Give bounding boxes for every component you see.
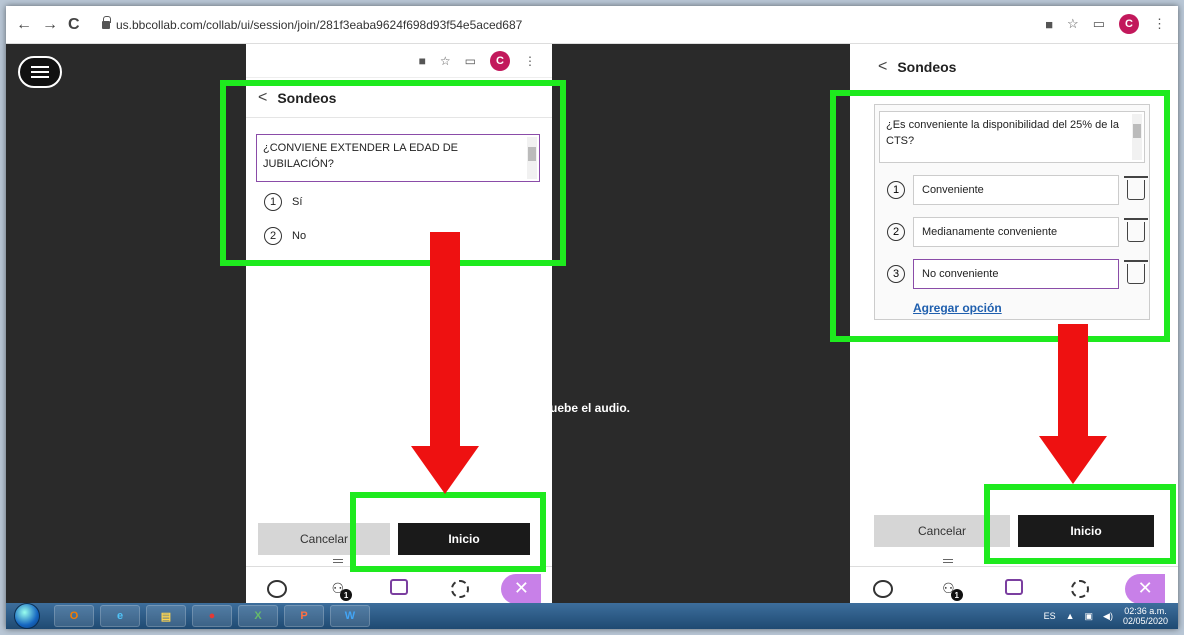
powerpoint-icon[interactable]: P [284,605,324,627]
excel-icon[interactable]: X [238,605,278,627]
reload-icon[interactable]: C [68,16,80,34]
start-orb-icon[interactable] [14,603,40,629]
windows-taskbar: O e ▤ ● X P W ES ▲ ▣ ◀) 02:36 a.m. 02/05… [6,603,1178,629]
arrow-down-icon [411,446,479,494]
people-icon: ⚇ 1 [942,580,963,601]
tray-expand-icon[interactable]: ▲ [1066,611,1075,621]
people-icon: ⚇ 1 [332,580,353,601]
phone-browser-icons: ■ ☆ ▭ C ⋮ [246,44,552,78]
audio-test-text: uebe el audio. [550,401,631,415]
arrow-down-icon [1039,436,1107,484]
menu-dots-icon[interactable]: ⋮ [524,54,536,68]
camera-icon[interactable]: ■ [419,54,426,68]
system-tray: ES ▲ ▣ ◀) 02:36 a.m. 02/05/2020 [1044,606,1178,627]
star-icon[interactable]: ☆ [440,54,451,68]
cast-icon[interactable]: ▭ [1093,16,1105,32]
panel-title: Sondeos [897,59,957,75]
highlight-box-start-right [984,484,1176,564]
clock[interactable]: 02:36 a.m. 02/05/2020 [1123,606,1168,627]
hamburger-line [31,66,49,68]
arrow-shaft-left [430,232,460,448]
back-chevron-icon[interactable]: < [878,58,887,76]
url-text: us.bbcollab.com/collab/ui/session/join/2… [116,18,523,32]
profile-avatar[interactable]: C [1119,14,1139,34]
drag-handle-icon[interactable] [332,559,343,563]
address-bar[interactable]: us.bbcollab.com/collab/ui/session/join/2… [102,14,802,36]
drag-handle-icon[interactable] [943,559,954,563]
highlight-box-question-left [220,80,566,266]
close-icon[interactable]: ✕ [501,573,542,604]
attendee-count-badge: 1 [340,589,353,601]
session-menu-button[interactable] [18,56,62,88]
word-icon[interactable]: W [330,605,370,627]
star-icon[interactable]: ☆ [1067,16,1079,32]
back-arrow-icon[interactable]: ← [16,16,32,34]
network-icon[interactable]: ▣ [1085,611,1094,622]
hamburger-line [31,71,49,73]
internet-explorer-icon[interactable]: e [100,605,140,627]
cast-icon[interactable]: ▭ [465,54,476,68]
hamburger-line [31,76,49,78]
panel-header: < Sondeos [850,44,1178,90]
volume-icon[interactable]: ◀) [1103,611,1113,622]
highlight-box-question-right [830,90,1170,342]
screenshot-frame: ← → C us.bbcollab.com/collab/ui/session/… [6,6,1178,629]
highlight-box-start-left [350,492,546,572]
menu-dots-icon[interactable]: ⋮ [1153,16,1166,32]
chat-bubble-icon [872,579,893,598]
clock-time: 02:36 a.m. [1124,605,1167,616]
clock-date: 02/05/2020 [1122,616,1168,626]
share-icon [1004,579,1023,595]
camera-icon[interactable]: ■ [1045,17,1053,32]
arrow-shaft-right [1058,324,1088,438]
gear-icon [1070,579,1089,598]
gear-icon [451,579,470,598]
chat-bubble-icon [266,579,287,598]
browser-actions: ■ ☆ ▭ C ⋮ [1045,14,1166,34]
outlook-icon[interactable]: O [54,605,94,627]
browser-toolbar: ← → C us.bbcollab.com/collab/ui/session/… [6,6,1178,44]
close-icon[interactable]: ✕ [1125,573,1166,604]
forward-arrow-icon[interactable]: → [42,16,58,34]
language-indicator[interactable]: ES [1044,611,1056,621]
chrome-icon[interactable]: ● [192,605,232,627]
share-icon [390,579,408,595]
file-explorer-icon[interactable]: ▤ [146,605,186,627]
attendee-count-badge: 1 [950,589,963,601]
lock-icon [102,16,111,29]
profile-avatar[interactable]: C [490,50,510,71]
